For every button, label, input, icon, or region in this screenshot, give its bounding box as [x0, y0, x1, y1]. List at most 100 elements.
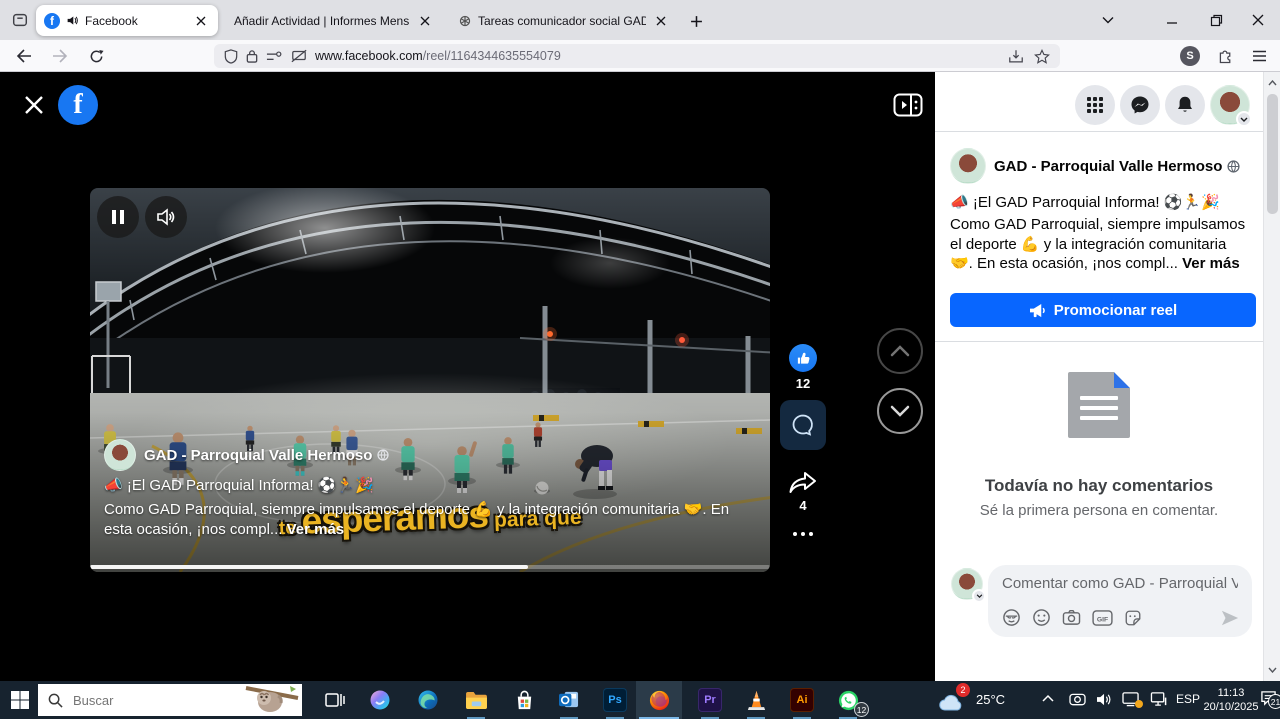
url-text[interactable]: www.facebook.com/reel/1164344635554079 — [315, 49, 1000, 63]
edge-app[interactable] — [405, 681, 451, 719]
comments-button[interactable] — [780, 400, 826, 450]
minimize-button[interactable] — [1150, 0, 1194, 40]
screenshare-blocked-icon[interactable] — [291, 49, 307, 63]
video-progress-bar[interactable] — [90, 565, 770, 569]
see-more-link[interactable]: Ver más — [287, 521, 345, 538]
page-scrollbar[interactable] — [1263, 72, 1280, 681]
start-button[interactable] — [10, 690, 30, 710]
account-menu-button[interactable] — [1210, 85, 1250, 125]
page-name-link[interactable]: GAD - Parroquial Valle Hermoso — [994, 158, 1240, 175]
tab-tareas[interactable]: Tareas comunicador social GAD — [450, 5, 678, 36]
forward-button[interactable] — [48, 45, 72, 67]
messenger-button[interactable] — [1120, 85, 1160, 125]
scrollbar-thumb[interactable] — [1267, 94, 1278, 214]
tab-informes[interactable]: Añadir Actividad | Informes Mensua — [226, 5, 442, 36]
composer-icons: GIF — [1002, 608, 1142, 627]
video-progress-played — [90, 565, 528, 569]
illustrator-app[interactable]: Ai — [779, 681, 825, 719]
gif-icon[interactable]: GIF — [1092, 610, 1113, 626]
permissions-icon[interactable] — [266, 50, 283, 63]
scroll-up-arrow[interactable] — [1264, 74, 1280, 92]
tab-close-icon[interactable] — [416, 12, 434, 30]
like-button[interactable] — [789, 344, 817, 372]
tab-close-icon[interactable] — [192, 12, 210, 30]
vlc-app[interactable] — [733, 681, 779, 719]
collapse-sidebar-icon[interactable] — [893, 93, 923, 117]
tab-strip: f Facebook Añadir Actividad | Informes M… — [0, 0, 1280, 40]
copilot-app[interactable] — [357, 681, 403, 719]
comment-input[interactable]: Comentar como GAD - Parroquial Vall... G… — [988, 565, 1252, 637]
firefox-view-button[interactable] — [8, 9, 32, 31]
firefox-view-icon — [11, 11, 29, 29]
promote-reel-button[interactable]: Promocionar reel — [950, 293, 1256, 327]
apps-menu-button[interactable] — [1075, 85, 1115, 125]
whatsapp-app[interactable]: 12 — [825, 681, 871, 719]
reel-video[interactable]: te esperamos para que GAD - Parroquial V… — [90, 188, 770, 572]
tray-cast-icon[interactable] — [1122, 691, 1140, 707]
lock-icon[interactable] — [246, 49, 258, 63]
extension-s-badge[interactable]: S — [1180, 46, 1200, 66]
previous-reel-button[interactable] — [877, 328, 923, 374]
composer-avatar-wrap[interactable] — [951, 568, 983, 600]
url-bar[interactable]: www.facebook.com/reel/1164344635554079 — [214, 44, 1060, 68]
bookmark-star-icon[interactable] — [1034, 49, 1050, 64]
avatar-sticker-icon[interactable] — [1002, 608, 1021, 627]
page-avatar[interactable] — [104, 439, 136, 471]
volume-icon — [156, 208, 176, 226]
tracking-shield-icon[interactable] — [224, 49, 238, 64]
tray-volume-icon[interactable] — [1096, 692, 1113, 707]
next-reel-button[interactable] — [877, 388, 923, 434]
task-view-button[interactable] — [312, 681, 358, 719]
tab-facebook[interactable]: f Facebook — [36, 5, 218, 36]
facebook-logo[interactable]: f — [58, 85, 98, 125]
list-all-tabs-button[interactable] — [1086, 0, 1130, 40]
back-button[interactable] — [12, 45, 36, 67]
clock-widget[interactable]: 11:13 20/10/2025 — [1195, 686, 1267, 714]
camera-icon[interactable] — [1062, 609, 1081, 626]
page-name-link[interactable]: GAD - Parroquial Valle Hermoso — [144, 447, 389, 464]
scroll-down-arrow[interactable] — [1264, 661, 1280, 679]
emoji-icon[interactable] — [1032, 608, 1051, 627]
restore-button[interactable] — [1194, 0, 1238, 40]
tray-camera-icon[interactable] — [1069, 692, 1086, 707]
save-to-pocket-icon[interactable] — [1008, 49, 1024, 64]
sticker-icon[interactable] — [1124, 609, 1142, 627]
browser-chrome: f Facebook Añadir Actividad | Informes M… — [0, 0, 1280, 72]
outlook-app[interactable] — [546, 681, 592, 719]
notification-center-button[interactable]: 21 — [1260, 690, 1277, 706]
close-reel-button[interactable] — [20, 91, 48, 119]
premiere-app[interactable]: Pr — [687, 681, 733, 719]
send-comment-button[interactable] — [1220, 609, 1240, 627]
firefox-app-active[interactable] — [636, 681, 682, 719]
weather-widget[interactable]: 2 — [938, 687, 966, 713]
search-highlight-sloth-image[interactable] — [240, 684, 302, 716]
tray-network-icon[interactable] — [1150, 691, 1168, 707]
tab-close-icon[interactable] — [652, 12, 670, 30]
tray-expand-chevron[interactable] — [1042, 694, 1054, 702]
page-name-text: GAD - Parroquial Valle Hermoso — [144, 447, 372, 464]
notifications-button[interactable] — [1165, 85, 1205, 125]
share-button[interactable] — [788, 470, 818, 496]
see-more-link[interactable]: Ver más — [1182, 255, 1240, 272]
menu-hamburger-icon[interactable] — [1246, 45, 1272, 67]
photoshop-app[interactable]: Ps — [592, 681, 638, 719]
tab-audio-icon[interactable] — [66, 14, 79, 27]
microsoft-store-app[interactable] — [501, 681, 547, 719]
page-avatar[interactable] — [950, 148, 986, 184]
extensions-puzzle-icon[interactable] — [1212, 45, 1238, 67]
close-window-button[interactable] — [1236, 0, 1280, 40]
whatsapp-badge: 12 — [854, 702, 869, 717]
reload-button[interactable] — [84, 45, 108, 67]
taskbar-search-box[interactable] — [38, 684, 302, 716]
more-options-button[interactable] — [788, 528, 818, 540]
file-explorer-app[interactable] — [453, 681, 499, 719]
tab-label: Añadir Actividad | Informes Mensua — [234, 14, 410, 28]
mute-button[interactable] — [145, 196, 187, 238]
new-tab-button[interactable] — [684, 9, 708, 33]
account-chevron-badge — [1236, 111, 1252, 127]
temperature-label[interactable]: 25°C — [976, 692, 1005, 707]
comment-composer: Comentar como GAD - Parroquial Vall... G… — [935, 562, 1263, 642]
pause-button[interactable] — [97, 196, 139, 238]
search-input[interactable] — [71, 692, 221, 709]
clock-date: 20/10/2025 — [1195, 700, 1267, 714]
